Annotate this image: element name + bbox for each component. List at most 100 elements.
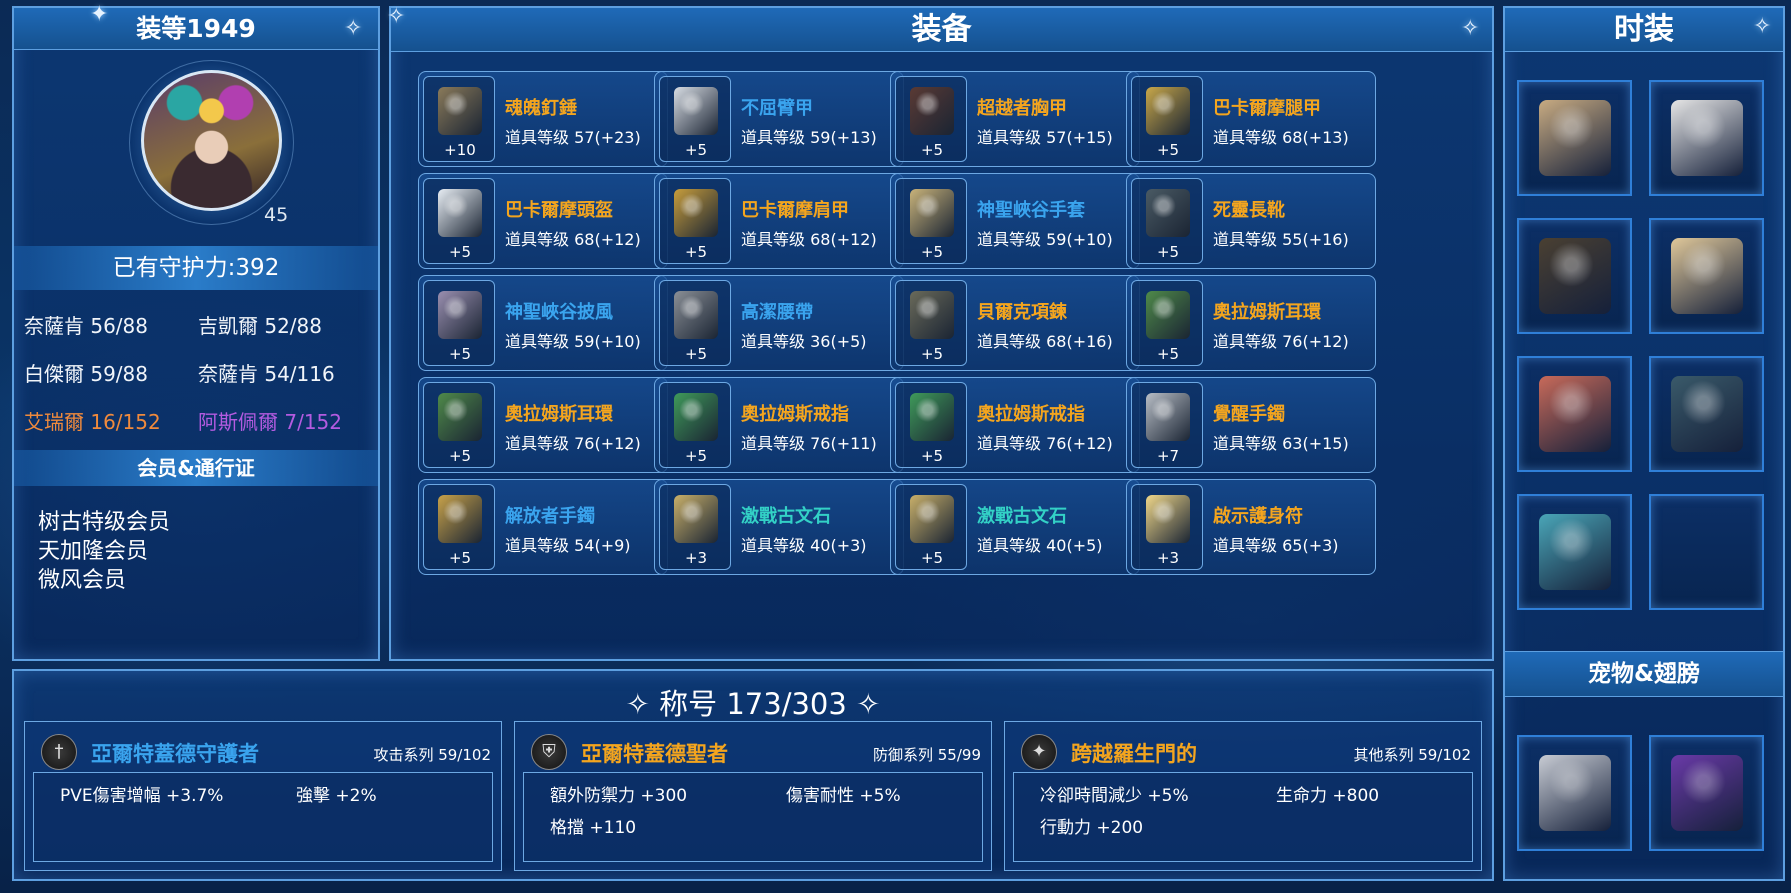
fashion-slot[interactable]	[1517, 218, 1632, 334]
item-icon-frame: +7	[1131, 382, 1203, 468]
fashion-slot[interactable]	[1649, 356, 1764, 472]
equipment-slot[interactable]: +5 奧拉姆斯戒指 道具等级 76(+11)	[654, 377, 904, 473]
item-name: 激戰古文石	[977, 506, 1067, 527]
ring-icon	[910, 393, 954, 441]
equipment-slot[interactable]: +3 啟示護身符 道具等级 65(+3)	[1126, 479, 1376, 575]
title-card[interactable]: ⛨ 亞爾特蓋德聖者 防御系列 55/99 額外防禦力 +300 傷害耐性 +5% 格擋 +…	[514, 721, 992, 871]
item-icon-frame: +5	[659, 76, 731, 162]
sparkle-icon: ✧	[344, 16, 363, 41]
fashion-slot[interactable]	[1517, 494, 1632, 610]
item-icon-frame: +5	[895, 382, 967, 468]
equipment-slot[interactable]: +5 解放者手鐲 道具等级 54(+9)	[418, 479, 668, 575]
equipment-slot[interactable]: +5 巴卡爾摩腿甲 道具等级 68(+13)	[1126, 71, 1376, 167]
item-name: 奧拉姆斯耳環	[1213, 302, 1321, 323]
title-effect: 生命力 +800	[1276, 786, 1380, 806]
item-level: 道具等级 76(+12)	[977, 434, 1113, 453]
enhance-level: +5	[1156, 243, 1180, 261]
title-card[interactable]: † 亞爾特蓋德守護者 攻击系列 59/102 PVE傷害增幅 +3.7% 強擊 +2%	[24, 721, 502, 871]
enhance-level: +5	[1156, 141, 1180, 159]
item-level: 道具等级 57(+15)	[977, 128, 1113, 147]
fashion-slot[interactable]	[1517, 356, 1632, 472]
pet-wing-slot[interactable]	[1517, 735, 1632, 851]
belt-icon	[674, 291, 718, 339]
item-icon-frame: +3	[1131, 484, 1203, 570]
equipment-slot[interactable]: +5 不屈臂甲 道具等级 59(+13)	[654, 71, 904, 167]
feather-mask-costume-icon	[1539, 514, 1611, 590]
boots-costume-icon	[1539, 238, 1611, 314]
item-name: 死靈長靴	[1213, 200, 1285, 221]
equipment-slot[interactable]: +10 魂魄釘錘 道具等级 57(+23)	[418, 71, 668, 167]
equipment-slot[interactable]: +5 貝爾克項鍊 道具等级 68(+16)	[890, 275, 1140, 371]
item-level: 道具等级 76(+12)	[1213, 332, 1349, 351]
enhance-level: +5	[684, 345, 708, 363]
equipment-slot[interactable]: +7 覺醒手鐲 道具等级 63(+15)	[1126, 377, 1376, 473]
equipment-slot[interactable]: +5 超越者胸甲 道具等级 57(+15)	[890, 71, 1140, 167]
item-icon-frame: +5	[659, 178, 731, 264]
equipment-slot[interactable]: +5 激戰古文石 道具等级 40(+5)	[890, 479, 1140, 575]
equipment-panel: 装备 ✧ ✧ +10 魂魄釘錘 道具等级 57(+23) +5 不屈臂甲 道具等级 59(…	[387, 6, 1494, 661]
helmet-icon	[438, 189, 482, 237]
fashion-slot[interactable]	[1649, 80, 1764, 196]
fashion-slot[interactable]	[1517, 80, 1632, 196]
item-name: 高潔腰帶	[741, 302, 813, 323]
equipment-slot[interactable]: +5 巴卡爾摩頭盔 道具等级 68(+12)	[418, 173, 668, 269]
enhance-level: +3	[684, 549, 708, 567]
item-icon-frame: +10	[423, 76, 495, 162]
equipment-slot[interactable]: +3 激戰古文石 道具等级 40(+3)	[654, 479, 904, 575]
avatar[interactable]	[141, 70, 282, 211]
enhance-level: +10	[444, 141, 476, 159]
enhance-level: +5	[1156, 345, 1180, 363]
equipment-slot[interactable]: +5 奧拉姆斯戒指道具等级 76(+12)	[890, 377, 1140, 473]
character-level: 45	[264, 204, 289, 226]
ornament-right-icon: ✧	[856, 687, 881, 721]
leg-armor-icon	[1146, 87, 1190, 135]
necklace-icon	[910, 291, 954, 339]
membership-item: 微风会员	[38, 568, 127, 593]
item-name: 奧拉姆斯戒指	[977, 404, 1085, 425]
equipment-slot[interactable]: +5 奧拉姆斯耳環 道具等级 76(+12)	[418, 377, 668, 473]
guard-power-bar: 已有守护力:392	[14, 246, 378, 290]
equipment-slot[interactable]: +5 神聖峽谷披風 道具等级 59(+10)	[418, 275, 668, 371]
fashion-slot[interactable]	[1649, 494, 1764, 610]
item-level: 道具等级 40(+3)	[741, 536, 867, 555]
enhance-level: +7	[1156, 447, 1180, 465]
item-level: 道具等级 68(+12)	[505, 230, 641, 249]
item-name: 奧拉姆斯耳環	[505, 404, 613, 425]
item-icon-frame: +3	[659, 484, 731, 570]
title-effect: 額外防禦力 +300	[550, 786, 688, 806]
title-card[interactable]: ✦ 跨越羅生門的 其他系列 59/102 冷卻時間減少 +5% 生命力 +800 行動力 …	[1004, 721, 1482, 871]
title-name: 亞爾特蓋德聖者	[581, 742, 728, 766]
equipment-slot[interactable]: +5 巴卡爾摩肩甲 道具等级 68(+12)	[654, 173, 904, 269]
title-effect: PVE傷害增幅 +3.7%	[60, 786, 224, 806]
enhance-level: +5	[448, 447, 472, 465]
titles-panel: ✧ 称号 173/303 ✧ † 亞爾特蓋德守護者 攻击系列 59/102 PVE傷害…	[12, 669, 1494, 881]
title-effect: 格擋 +110	[550, 818, 637, 838]
gloves-costume-icon	[1671, 238, 1743, 314]
chest-armor-icon	[910, 87, 954, 135]
equipment-slot[interactable]: +5 死靈長靴 道具等级 55(+16)	[1126, 173, 1376, 269]
gear-score-title: 装等1949	[14, 8, 378, 50]
item-icon-frame: +5	[1131, 76, 1203, 162]
sparkle-icon: ✧	[1461, 16, 1480, 41]
arm-guard-icon	[674, 87, 718, 135]
enhance-level: +5	[448, 549, 472, 567]
cape-icon	[438, 291, 482, 339]
item-name: 奧拉姆斯戒指	[741, 404, 849, 425]
enhance-level: +5	[684, 141, 708, 159]
item-icon-frame: +5	[423, 484, 495, 570]
membership-item: 天加隆会员	[38, 539, 149, 564]
item-icon-frame: +5	[423, 280, 495, 366]
equipment-slot[interactable]: +5 神聖峽谷手套 道具等级 59(+10)	[890, 173, 1140, 269]
item-level: 道具等级 59(+10)	[505, 332, 641, 351]
membership-header: 会员&通行证	[14, 450, 378, 486]
item-name: 覺醒手鐲	[1213, 404, 1285, 425]
item-level: 道具等级 54(+9)	[505, 536, 631, 555]
wings-icon	[1671, 755, 1743, 831]
equipment-slot[interactable]: +5 高潔腰帶 道具等级 36(+5)	[654, 275, 904, 371]
pet-wing-slot[interactable]	[1649, 735, 1764, 851]
membership-item: 树古特级会员	[38, 510, 171, 535]
equipment-slot[interactable]: +5 奧拉姆斯耳環道具等级 76(+12)	[1126, 275, 1376, 371]
item-level: 道具等级 68(+12)	[741, 230, 877, 249]
fashion-slot[interactable]	[1649, 218, 1764, 334]
enhance-level: +5	[920, 243, 944, 261]
